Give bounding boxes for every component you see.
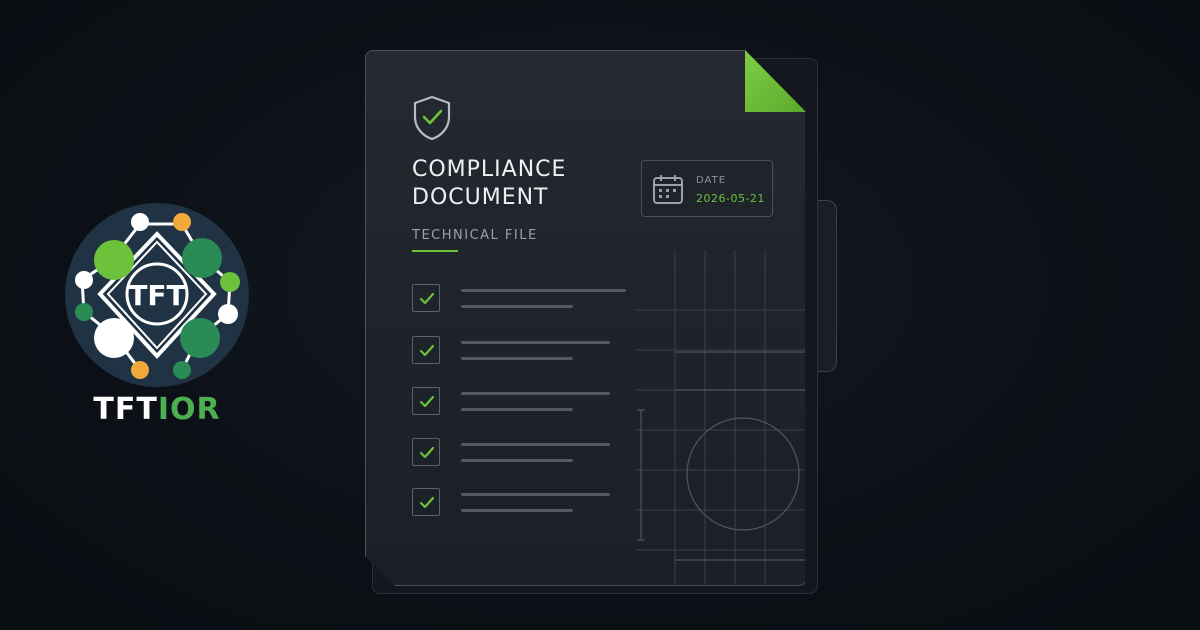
tftior-logo: TFT [65,203,249,387]
calendar-icon [653,175,683,204]
checklist-item [412,438,642,470]
placeholder-text-line [461,408,573,411]
placeholder-text-line [461,341,610,344]
placeholder-text-line [461,357,573,360]
brand-name-green: IOR [157,392,221,427]
date-label: DATE [696,175,727,186]
brand-name-white: TFT [93,392,158,427]
checklist-item [412,336,642,368]
placeholder-text-line [461,289,626,292]
document-title-line-2: DOCUMENT [412,185,549,210]
shield-check-icon [413,95,451,141]
placeholder-text-line [461,493,610,496]
checklist-item [412,488,642,520]
document-title: COMPLIANCE DOCUMENT [412,156,632,212]
checkbox[interactable] [412,488,440,516]
logo-mark-text: TFT [128,279,185,312]
scene: TFT TFTIOR COMPLIANCE DOCUMENT TECHNICAL… [0,0,1200,630]
document-title-line-1: COMPLIANCE [412,157,567,182]
date-box: DATE 2026-05-21 [641,160,773,217]
brand-name: TFTIOR [64,392,250,427]
checkmark-icon [419,292,435,305]
checkmark-icon [419,446,435,459]
placeholder-text-line [461,459,573,462]
placeholder-text-line [461,443,610,446]
placeholder-text-line [461,509,573,512]
checkbox[interactable] [412,336,440,364]
checklist-item [412,284,642,316]
subtitle-underline [412,250,458,252]
placeholder-text-line [461,305,573,308]
checklist-item [412,387,642,419]
blueprint-circle [686,417,800,531]
date-value: 2026-05-21 [696,192,765,205]
document-subtitle: TECHNICAL FILE [412,228,538,243]
checkbox[interactable] [412,438,440,466]
checkbox[interactable] [412,284,440,312]
checkbox[interactable] [412,387,440,415]
checkmark-icon [419,344,435,357]
checkmark-icon [419,496,435,509]
checkmark-icon [419,395,435,408]
placeholder-text-line [461,392,610,395]
